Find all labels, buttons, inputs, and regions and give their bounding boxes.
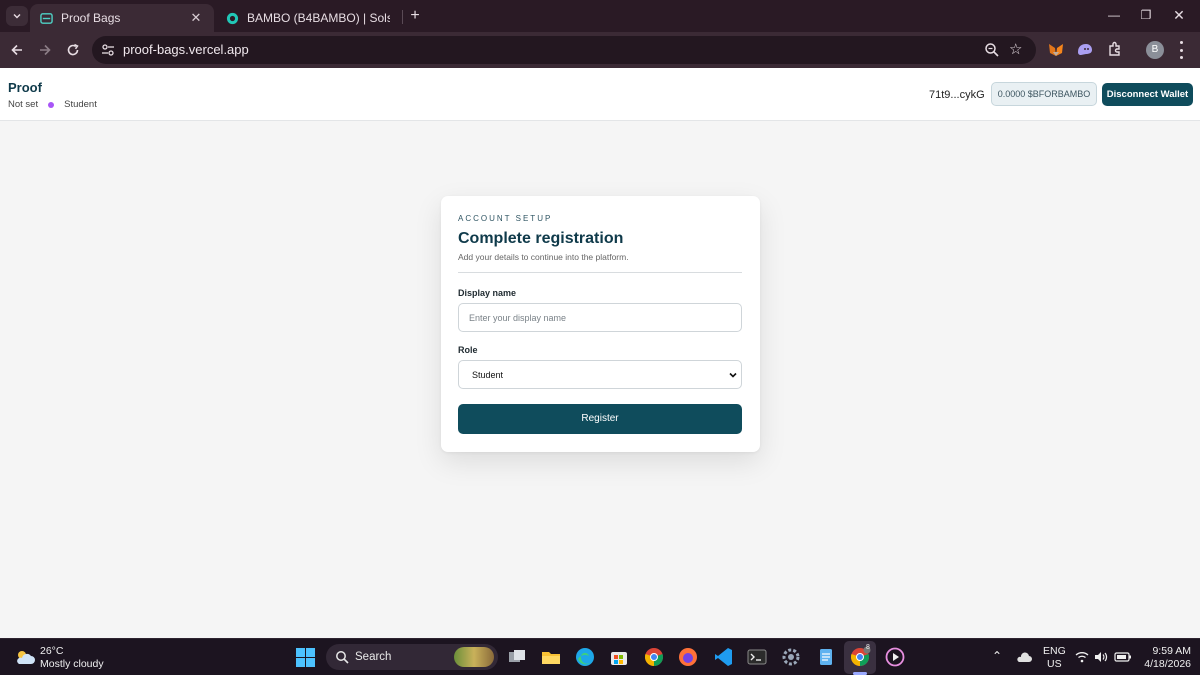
card-subtitle: Add your details to continue into the pl… bbox=[458, 252, 629, 262]
browser-tab-strip: Proof Bags ✕ BAMBO (B4BAMBO) | Solscan +… bbox=[0, 0, 1200, 32]
register-button[interactable]: Register bbox=[458, 404, 742, 434]
weather-cloud-icon[interactable] bbox=[14, 648, 36, 666]
windows-taskbar: 26°C Mostly cloudy Search 8 ⌃ ENG US 9:5… bbox=[0, 638, 1200, 675]
role-label: Role bbox=[458, 345, 478, 355]
app-header: Proof Not set Student 71t9...cykG 0.0000… bbox=[0, 68, 1200, 121]
tab-separator bbox=[402, 10, 403, 24]
tab-solscan[interactable]: BAMBO (B4BAMBO) | Solscan bbox=[216, 4, 400, 32]
clock-date[interactable]: 4/18/2026 bbox=[1137, 658, 1191, 670]
firefox-icon[interactable] bbox=[677, 646, 699, 668]
role-select[interactable]: Student bbox=[458, 360, 742, 389]
chrome-icon[interactable] bbox=[643, 646, 665, 668]
forward-arrow-icon bbox=[40, 44, 51, 56]
address-bar[interactable]: proof-bags.vercel.app ☆ bbox=[92, 36, 1036, 64]
weather-description[interactable]: Mostly cloudy bbox=[40, 658, 104, 670]
vscode-icon[interactable] bbox=[712, 646, 734, 668]
weather-temperature[interactable]: 26°C bbox=[40, 645, 63, 657]
search-highlight-image bbox=[454, 647, 494, 667]
account-meta: Not set Student bbox=[8, 99, 97, 110]
back-arrow-icon bbox=[11, 44, 22, 56]
role-dot bbox=[48, 101, 55, 108]
account-role: Student bbox=[64, 99, 97, 110]
phantom-icon[interactable] bbox=[1075, 40, 1095, 60]
forward-button[interactable] bbox=[33, 38, 57, 62]
input-region[interactable]: US bbox=[1047, 658, 1062, 670]
notepad-icon[interactable] bbox=[815, 646, 837, 668]
account-status: Not set bbox=[8, 99, 39, 110]
extensions-icon[interactable] bbox=[1105, 40, 1125, 60]
tab-title: BAMBO (B4BAMBO) | Solscan bbox=[247, 11, 390, 25]
card-eyebrow: ACCOUNT SETUP bbox=[458, 214, 553, 223]
site-info-icon[interactable] bbox=[100, 42, 116, 58]
close-window-icon[interactable]: ✕ bbox=[1168, 5, 1190, 25]
kebab-menu-icon[interactable] bbox=[1176, 41, 1186, 59]
terminal-icon[interactable] bbox=[746, 646, 768, 668]
disconnect-wallet-button[interactable]: Disconnect Wallet bbox=[1102, 83, 1193, 106]
solscan-favicon-icon bbox=[226, 12, 239, 24]
clock-time[interactable]: 9:59 AM bbox=[1141, 645, 1191, 657]
edge-icon[interactable] bbox=[574, 646, 596, 668]
url-text: proof-bags.vercel.app bbox=[123, 42, 249, 57]
search-icon bbox=[336, 651, 349, 664]
tab-title: Proof Bags bbox=[61, 11, 121, 25]
reload-button[interactable] bbox=[61, 38, 85, 62]
windows-start-icon[interactable] bbox=[296, 648, 315, 667]
restore-icon[interactable]: ❐ bbox=[1135, 5, 1157, 25]
zoom-icon[interactable] bbox=[984, 42, 1000, 58]
onedrive-cloud-icon[interactable] bbox=[1016, 651, 1032, 663]
chevron-up-icon[interactable]: ⌃ bbox=[992, 649, 1002, 663]
input-language[interactable]: ENG bbox=[1043, 645, 1066, 657]
task-view-icon[interactable] bbox=[506, 646, 528, 668]
tab-favicon-icon bbox=[40, 12, 53, 24]
browser-toolbar: proof-bags.vercel.app ☆ B bbox=[0, 32, 1200, 68]
role-select-value: Student bbox=[472, 370, 504, 380]
battery-icon[interactable] bbox=[1114, 651, 1132, 663]
minimize-icon[interactable]: — bbox=[1103, 5, 1125, 25]
search-label: Search bbox=[355, 651, 392, 663]
reload-icon bbox=[67, 43, 79, 56]
back-button[interactable] bbox=[5, 38, 29, 62]
wallet-address: 71t9...cykG bbox=[929, 89, 985, 101]
close-icon[interactable]: ✕ bbox=[188, 10, 204, 26]
token-balance: 0.0000 $BFORBAMBO bbox=[991, 82, 1097, 106]
registration-card: ACCOUNT SETUP Complete registration Add … bbox=[441, 196, 760, 452]
display-name-input[interactable] bbox=[458, 303, 742, 332]
media-player-icon[interactable] bbox=[884, 646, 906, 668]
brand-title: Proof bbox=[8, 80, 42, 95]
volume-icon[interactable] bbox=[1094, 651, 1108, 663]
plus-icon[interactable]: + bbox=[406, 7, 424, 25]
microsoft-store-icon[interactable] bbox=[608, 646, 630, 668]
file-explorer-icon[interactable] bbox=[540, 646, 562, 668]
card-divider bbox=[458, 272, 742, 273]
card-title: Complete registration bbox=[458, 230, 624, 247]
chevron-down-icon bbox=[729, 372, 737, 378]
metamask-icon[interactable] bbox=[1046, 40, 1066, 60]
display-name-label: Display name bbox=[458, 288, 517, 298]
taskbar-search[interactable]: Search bbox=[326, 644, 498, 670]
tab-proof-bags[interactable]: Proof Bags ✕ bbox=[30, 4, 214, 32]
tab-search-button[interactable] bbox=[6, 6, 28, 26]
profile-avatar[interactable]: B bbox=[1146, 41, 1164, 59]
settings-gear-icon[interactable] bbox=[780, 646, 802, 668]
star-icon[interactable]: ☆ bbox=[1009, 40, 1022, 58]
wifi-icon[interactable] bbox=[1075, 651, 1089, 663]
chrome-window-badge: 8 bbox=[866, 644, 870, 651]
chevron-down-icon bbox=[13, 14, 21, 19]
